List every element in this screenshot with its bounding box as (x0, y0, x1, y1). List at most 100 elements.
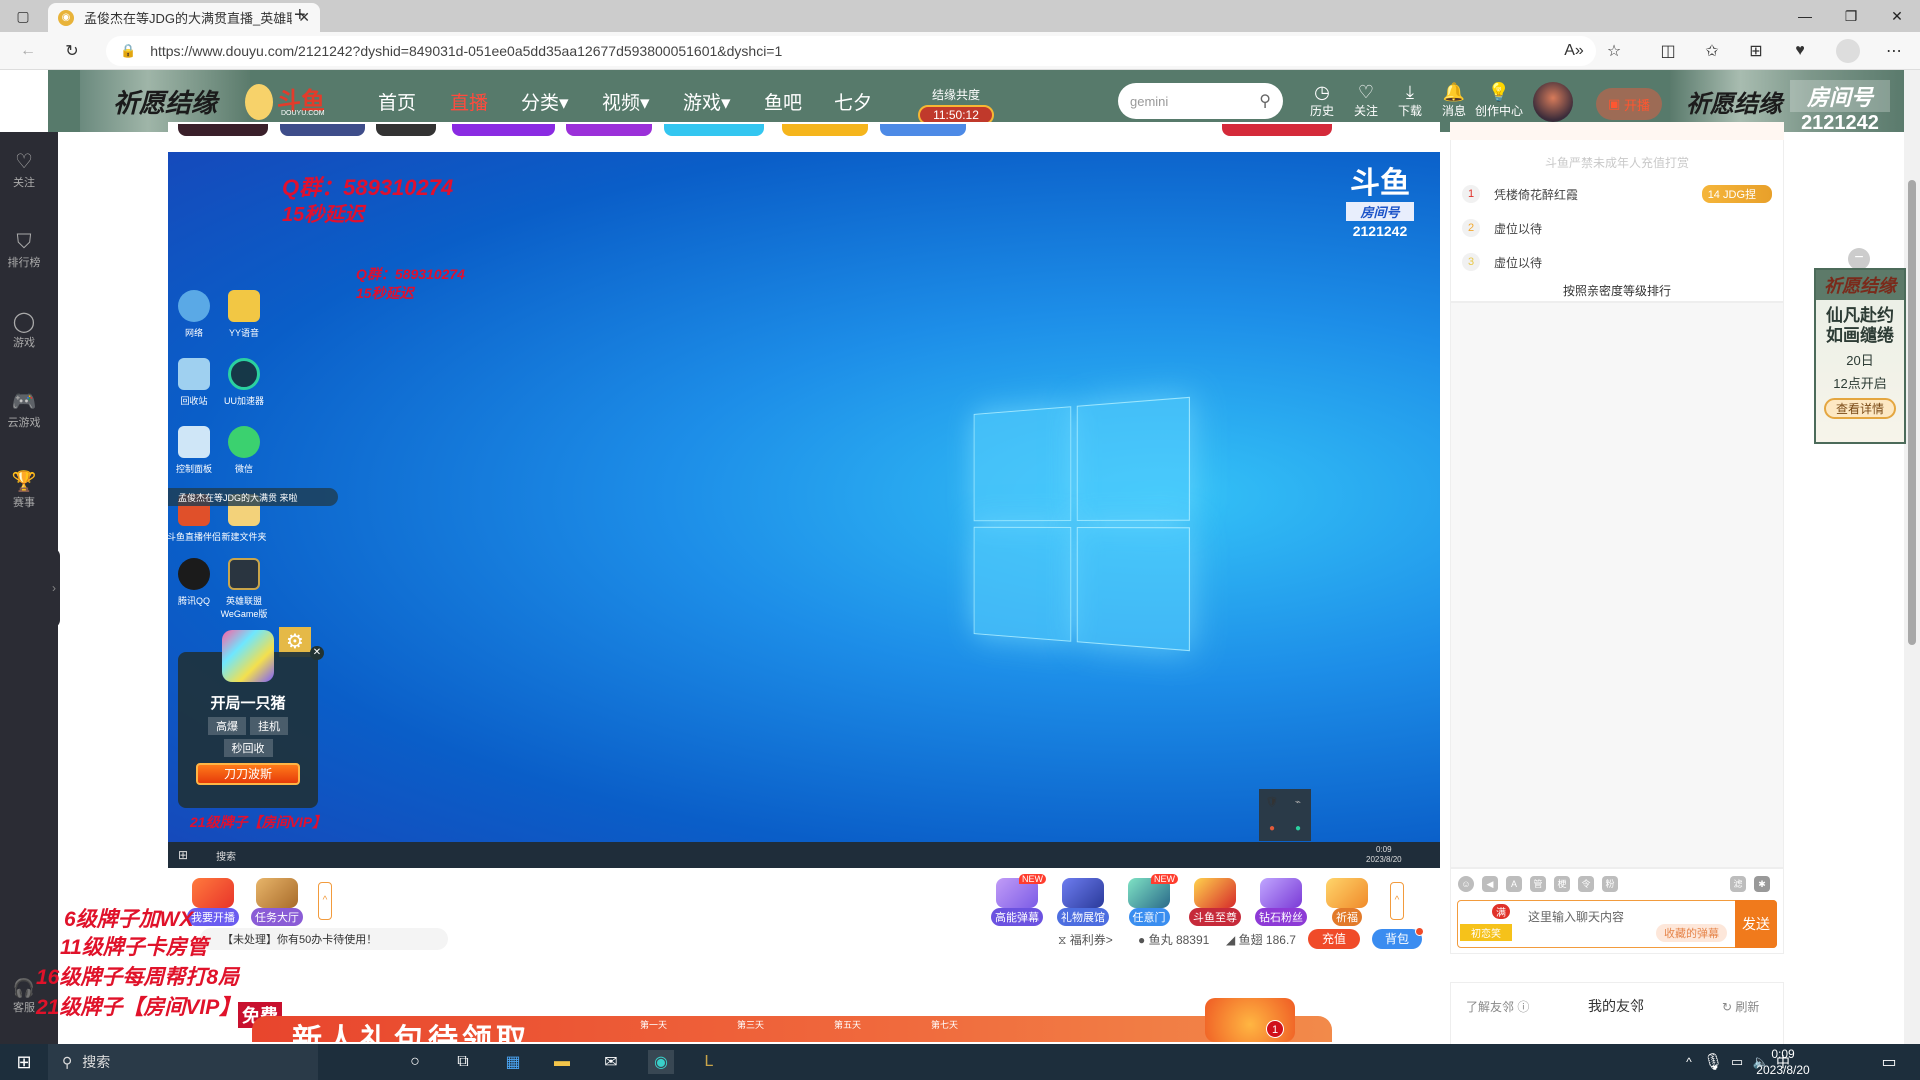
sidebar-item-cloud-games[interactable]: 🎮 云游戏 (0, 390, 48, 430)
user-avatar[interactable] (1533, 82, 1573, 122)
restore-button[interactable]: ❐ (1828, 0, 1874, 32)
nav-category[interactable]: 分类▾ (521, 88, 569, 115)
room-tag[interactable] (782, 124, 868, 136)
split-screen-icon[interactable]: ◫ (1654, 38, 1682, 64)
back-icon[interactable]: ← (14, 38, 42, 64)
browser-essentials-icon[interactable]: ♥ (1786, 38, 1814, 64)
chat-messages-area[interactable] (1450, 302, 1784, 868)
refresh-button[interactable]: ↻ 刷新 (1722, 998, 1759, 1015)
history-button[interactable]: ◷ 历史 (1302, 82, 1342, 119)
fishbar-announcement-tab[interactable] (178, 124, 268, 136)
expand-right-button[interactable]: ^ (1390, 882, 1404, 920)
cortana-icon[interactable]: ○ (402, 1050, 428, 1074)
chat-fan-badge[interactable]: 初恋笑 满 (1460, 904, 1512, 944)
close-ad-icon[interactable]: − (1848, 248, 1870, 270)
minimize-button[interactable]: — (1782, 0, 1828, 32)
backpack-button[interactable]: 背包 (1372, 927, 1424, 949)
league-client-icon[interactable]: L (696, 1050, 722, 1074)
close-promo-icon[interactable]: ✕ (310, 646, 324, 660)
read-aloud-icon[interactable]: A» (1560, 38, 1588, 64)
taskbar-clock[interactable]: 0:09 2023/8/20 (1738, 1046, 1828, 1078)
sidebar-item-games[interactable]: ◯ 游戏 (0, 310, 48, 350)
file-explorer-icon[interactable]: ▬ (549, 1050, 575, 1074)
room-tag[interactable] (880, 124, 966, 136)
douyu-logo[interactable]: 斗鱼 DOUYU.COM (245, 80, 325, 124)
task-hall-button[interactable]: 任务大厅 (246, 878, 308, 926)
store-icon[interactable]: ▦ (500, 1050, 526, 1074)
promo-play-button[interactable]: 刀刀波斯 (196, 763, 300, 785)
pending-card-notice[interactable]: 【未处理】你有50办卡待使用！ (200, 928, 448, 950)
emoji-icon[interactable]: ☺ (1458, 876, 1474, 892)
gift-gallery-button[interactable]: 礼物展馆 (1052, 878, 1114, 926)
send-button[interactable]: 发送 (1735, 900, 1777, 948)
search-input[interactable]: gemini ⚲ (1118, 83, 1283, 119)
tab-actions-icon[interactable]: ▢ (12, 6, 34, 26)
nav-games[interactable]: 游戏▾ (683, 88, 731, 115)
portal-button[interactable]: 任意门 NEW (1118, 874, 1180, 926)
coupon-link[interactable]: ⧖ 福利券> (1058, 931, 1113, 948)
nav-live[interactable]: 直播 (450, 88, 488, 115)
room-tag[interactable] (452, 124, 555, 136)
favorite-danmaku-button[interactable]: 收藏的弹幕 (1656, 924, 1727, 942)
douyu-supreme-button[interactable]: 斗鱼至尊 (1184, 878, 1246, 926)
command-icon[interactable]: 粉 (1602, 876, 1618, 892)
danmaku-boost-button[interactable]: 高能弹幕 NEW (986, 874, 1048, 926)
game-promo-popup[interactable]: ✕ 开局一只猪 高爆 挂机 秒回收 刀刀波斯 (178, 630, 324, 808)
tray-expand-icon[interactable]: ^ (1676, 1050, 1702, 1074)
event-countdown[interactable]: 结缘共度 11:50:12 (918, 86, 994, 125)
nav-home[interactable]: 首页 (378, 88, 416, 115)
taskbar-search[interactable]: ⚲ 搜索 (48, 1044, 318, 1080)
search-icon[interactable]: ⚲ (1259, 91, 1271, 111)
side-ad[interactable]: 祈愿结缘 仙凡赴约 如画缱绻 20日 12点开启 查看详情 (1814, 268, 1906, 444)
gift-box-icon[interactable] (1205, 998, 1295, 1042)
nav-fishbar[interactable]: 鱼吧 (764, 88, 802, 115)
room-tag[interactable] (376, 124, 436, 136)
rank-row[interactable]: 1 凭楼倚花醉红霞 14 JDG捏 (1462, 182, 1772, 206)
favorites-icon[interactable]: ✩ (1698, 38, 1726, 64)
follow-button[interactable]: ♡ 关注 (1346, 82, 1386, 119)
view-details-button[interactable]: 查看详情 (1824, 398, 1896, 419)
sidebar-item-ranking[interactable]: ⛉ 排行榜 (0, 230, 48, 270)
microphone-icon[interactable]: 🎙 (1700, 1050, 1726, 1074)
task-view-icon[interactable]: ⧉ (450, 1050, 476, 1074)
new-user-gift-banner[interactable]: 新人礼包待领取 第一天 第三天 第五天 第七天 (252, 1016, 1332, 1042)
edge-icon[interactable]: ◉ (648, 1050, 674, 1074)
nav-qixi[interactable]: 七夕 (834, 88, 872, 115)
rank-row[interactable]: 2 虚位以待 (1462, 216, 1772, 240)
gift-claim-tag[interactable] (1222, 124, 1332, 136)
settings-icon[interactable]: ✱ (1754, 876, 1770, 892)
windows-start-button[interactable]: ⊞ (11, 1050, 37, 1074)
room-tag[interactable] (664, 124, 764, 136)
speaker-icon[interactable]: ◀ (1482, 876, 1498, 892)
room-tag[interactable] (280, 124, 365, 136)
blessing-button[interactable]: 祈福 (1316, 878, 1378, 926)
room-tag[interactable] (566, 124, 652, 136)
diamond-fan-button[interactable]: 钻石粉丝 (1250, 878, 1312, 926)
meme-icon[interactable]: 令 (1578, 876, 1594, 892)
start-stream-button[interactable]: ▣ 开播 (1596, 88, 1662, 120)
sidebar-item-events[interactable]: 🏆 赛事 (0, 470, 48, 510)
notifications-icon[interactable]: ▭ (1876, 1050, 1902, 1074)
sidebar-expand-toggle[interactable]: › (48, 548, 60, 628)
url-input[interactable]: 🔒 https://www.douyu.com/2121242?dyshid=8… (106, 36, 1596, 66)
sidebar-item-follow[interactable]: ♡ 关注 (0, 150, 48, 190)
filter-icon[interactable]: 滤 (1730, 876, 1746, 892)
learn-friends-link[interactable]: 了解友邻 ⓘ (1466, 998, 1529, 1015)
profile-icon[interactable] (1836, 39, 1860, 63)
rank-row[interactable]: 3 虚位以待 (1462, 250, 1772, 274)
nav-video[interactable]: 视频▾ (602, 88, 650, 115)
favorite-star-icon[interactable]: ☆ (1600, 38, 1628, 64)
video-player[interactable] (168, 152, 1440, 868)
download-button[interactable]: ⤓ 下载 (1390, 82, 1430, 119)
browser-tab[interactable]: ◉ 孟俊杰在等JDG的大满贯直播_英雄联盟 ✕ (48, 3, 320, 32)
collections-icon[interactable]: ⊞ (1742, 38, 1770, 64)
recharge-button[interactable]: 充值 (1308, 929, 1360, 949)
rank-icon[interactable]: A (1506, 876, 1522, 892)
close-window-button[interactable]: ✕ (1874, 0, 1920, 32)
fan-icon[interactable]: 管 (1530, 876, 1546, 892)
more-icon[interactable]: ⋯ (1880, 38, 1908, 64)
messages-button[interactable]: 🔔 消息 (1434, 82, 1474, 119)
scrollbar-thumb[interactable] (1908, 180, 1916, 645)
creator-center-button[interactable]: 💡 创作中心 (1474, 82, 1524, 119)
admin-icon[interactable]: 梗 (1554, 876, 1570, 892)
